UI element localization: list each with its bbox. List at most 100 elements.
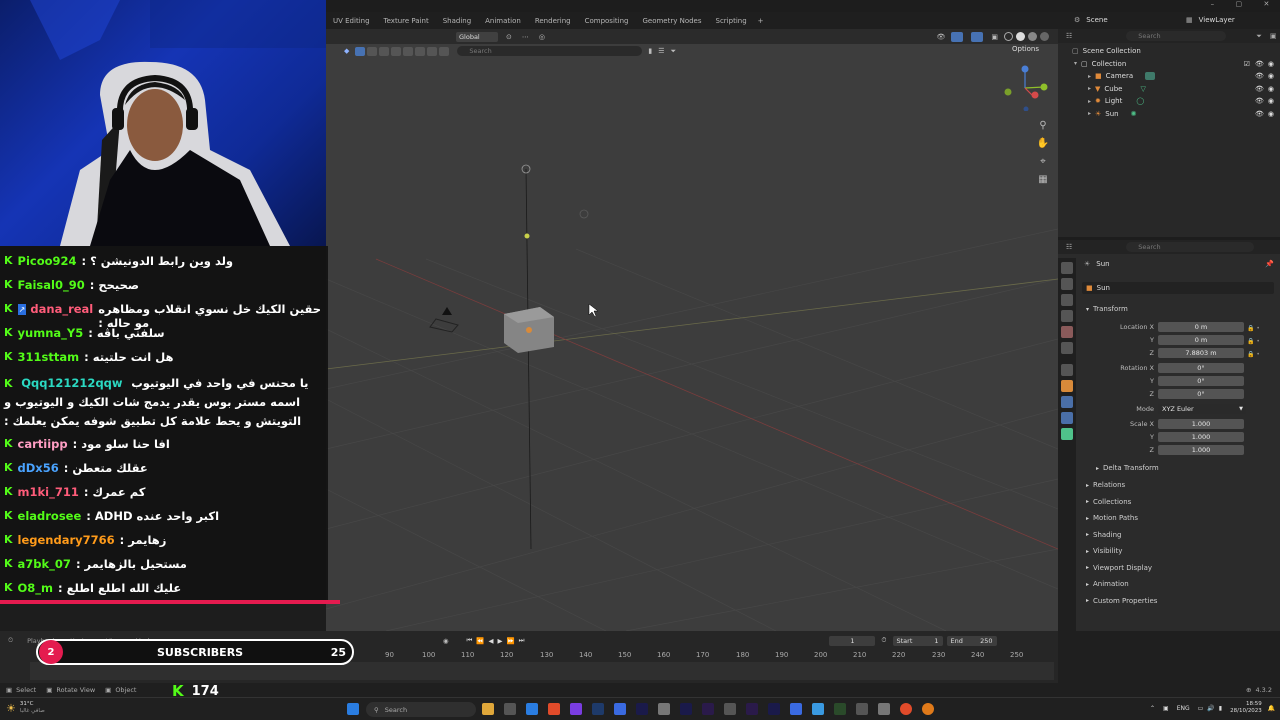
chrome-icon[interactable]: [900, 703, 912, 715]
prev-keyframe-icon[interactable]: ⏪: [476, 637, 484, 645]
outliner-row-cube[interactable]: ▸ ▼ Cube ▽ 👁 ◉: [1058, 83, 1280, 96]
view-layer-selector[interactable]: ▦ ViewLayer: [1182, 13, 1280, 27]
sun-expand-icon[interactable]: ▸: [1088, 110, 1091, 117]
zoom-icon[interactable]: ⚲: [1036, 119, 1050, 133]
sun-render-icon[interactable]: ◉: [1268, 110, 1274, 118]
y-axis-handle[interactable]: [1040, 83, 1048, 91]
z-axis-handle[interactable]: [1021, 65, 1029, 73]
camera-view-icon[interactable]: ⌖: [1036, 155, 1050, 169]
vscode-icon[interactable]: [526, 703, 538, 715]
scale-x-field[interactable]: 1.000: [1158, 419, 1244, 429]
output-tab-icon[interactable]: [1061, 294, 1073, 306]
visibility-panel-header[interactable]: ▸ Visibility: [1086, 544, 1122, 558]
relations-panel-header[interactable]: ▸ Relations: [1086, 478, 1125, 492]
taskbar-search-input[interactable]: ⚲ Search: [366, 702, 476, 717]
tab-uv-editing[interactable]: UV Editing: [326, 17, 377, 25]
media-encoder-icon[interactable]: [702, 703, 714, 715]
location-z-field[interactable]: 7.8803 m: [1158, 348, 1244, 358]
properties-search-input[interactable]: Search: [1126, 242, 1255, 252]
rotation-x-field[interactable]: 0°: [1158, 363, 1244, 373]
display-mode-icon[interactable]: ☷: [1066, 32, 1072, 40]
new-collection-icon[interactable]: ▣: [1270, 32, 1277, 40]
lock-icon[interactable]: 🔒 •: [1247, 322, 1260, 335]
sun-visibility-icon[interactable]: 👁: [1255, 110, 1264, 118]
windows-start-icon[interactable]: [347, 703, 359, 715]
navigation-gizmo[interactable]: [1002, 65, 1048, 111]
scale-z-field[interactable]: 1.000: [1158, 445, 1244, 455]
render-tab-icon[interactable]: [1061, 278, 1073, 290]
close-icon[interactable]: ✕: [1263, 0, 1269, 11]
light-visibility-icon[interactable]: 👁: [1255, 97, 1264, 105]
collections-panel-header[interactable]: ▸ Collections: [1086, 495, 1131, 509]
minimize-icon[interactable]: –: [1211, 0, 1215, 11]
cube-expand-icon[interactable]: ▸: [1088, 85, 1091, 92]
view-layer-tab-icon[interactable]: [1061, 310, 1073, 322]
pin-icon[interactable]: 📌: [1265, 260, 1274, 268]
modifier-tab-icon[interactable]: [1061, 396, 1073, 408]
preview-range-icon[interactable]: ⏱: [881, 636, 886, 645]
delta-transform-header[interactable]: ▸ Delta Transform: [1096, 461, 1159, 475]
record-icon[interactable]: ◉: [443, 637, 449, 645]
language-indicator[interactable]: ENG: [1177, 705, 1190, 712]
tray-chevron-icon[interactable]: ⌃: [1150, 705, 1155, 712]
outliner-filter-icon[interactable]: ⏷: [1256, 32, 1262, 41]
camera-visibility-icon[interactable]: 👁: [1255, 72, 1264, 80]
lock-icon[interactable]: 🔒 •: [1247, 335, 1260, 348]
timeline-editor-icon[interactable]: ⏲: [8, 636, 13, 645]
weather-widget[interactable]: ☀ 31°C صافي غالبا: [6, 701, 45, 715]
outliner-row-collection[interactable]: ▾ ▢ Collection ☑ 👁 ◉: [1058, 58, 1280, 71]
tab-texture-paint[interactable]: Texture Paint: [377, 17, 436, 25]
perspective-grid-icon[interactable]: ▦: [1036, 173, 1050, 187]
3d-viewport[interactable]: Global ⊙ ⋯ ◎ 👁 ▣ ◆ Search ▮ ☰ ⏷ Options …: [326, 29, 1058, 631]
rotation-mode-dropdown[interactable]: XYZ Euler ▼: [1158, 404, 1246, 414]
premiere-icon[interactable]: [746, 703, 758, 715]
app-icon[interactable]: [812, 703, 824, 715]
scene-tab-icon[interactable]: [1061, 326, 1073, 338]
world-tab-icon[interactable]: [1061, 342, 1073, 354]
tray-app-icon[interactable]: ▣: [1163, 705, 1169, 712]
animation-panel-header[interactable]: ▸ Animation: [1086, 577, 1129, 591]
app-icon[interactable]: [614, 703, 626, 715]
app-icon[interactable]: [724, 703, 736, 715]
editor-type-icon[interactable]: ☷: [1066, 243, 1072, 251]
app-icon[interactable]: [856, 703, 868, 715]
blender-icon[interactable]: [922, 703, 934, 715]
collection-camera-icon[interactable]: ◉: [1268, 60, 1274, 68]
light-render-icon[interactable]: ◉: [1268, 97, 1274, 105]
neg-z-axis-handle[interactable]: [1023, 106, 1029, 112]
photoshop-icon[interactable]: [592, 703, 604, 715]
visual-studio-icon[interactable]: [570, 703, 582, 715]
object-name-field[interactable]: ■ Sun: [1082, 282, 1274, 294]
rotation-z-field[interactable]: 0°: [1158, 389, 1244, 399]
battery-icon[interactable]: ▮: [1219, 705, 1222, 712]
outliner-row-light[interactable]: ▸ ✹ Light ◯ 👁 ◉: [1058, 95, 1280, 108]
outliner-row-camera[interactable]: ▸ ■ Camera 👁 ◉: [1058, 70, 1280, 83]
cube-visibility-icon[interactable]: 👁: [1255, 85, 1264, 93]
scale-y-field[interactable]: 1.000: [1158, 432, 1244, 442]
network-icon[interactable]: ▭: [1198, 705, 1204, 712]
tab-compositing[interactable]: Compositing: [578, 17, 636, 25]
volume-icon[interactable]: 🔊: [1207, 705, 1214, 712]
tab-scripting[interactable]: Scripting: [709, 17, 754, 25]
start-frame-field[interactable]: Start 1: [892, 635, 943, 646]
app-icon[interactable]: [834, 703, 846, 715]
jump-end-icon[interactable]: ⏭: [519, 636, 525, 645]
notification-icon[interactable]: 🔔: [1268, 705, 1275, 712]
pan-hand-icon[interactable]: ✋: [1036, 137, 1050, 151]
app-icon[interactable]: [658, 703, 670, 715]
lock-icon[interactable]: 🔒 •: [1247, 348, 1260, 361]
jump-start-icon[interactable]: ⏮: [467, 636, 473, 645]
after-effects-icon[interactable]: [680, 703, 692, 715]
outliner-row-sun[interactable]: ▸ ☀ Sun ✺ 👁 ◉: [1058, 108, 1280, 121]
physics-tab-icon[interactable]: [1061, 412, 1073, 424]
tab-geometry-nodes[interactable]: Geometry Nodes: [635, 17, 708, 25]
end-frame-field[interactable]: End 250: [946, 635, 997, 646]
tab-animation[interactable]: Animation: [478, 17, 528, 25]
app-icon[interactable]: [790, 703, 802, 715]
scene-selector[interactable]: ⚙ Scene: [1070, 13, 1175, 27]
camera-render-icon[interactable]: ◉: [1268, 72, 1274, 80]
transform-panel-header[interactable]: ▾ Transform: [1086, 302, 1128, 316]
object-data-tab-icon[interactable]: [1061, 428, 1073, 440]
motion-paths-panel-header[interactable]: ▸ Motion Paths: [1086, 511, 1138, 525]
brave-icon[interactable]: [548, 703, 560, 715]
